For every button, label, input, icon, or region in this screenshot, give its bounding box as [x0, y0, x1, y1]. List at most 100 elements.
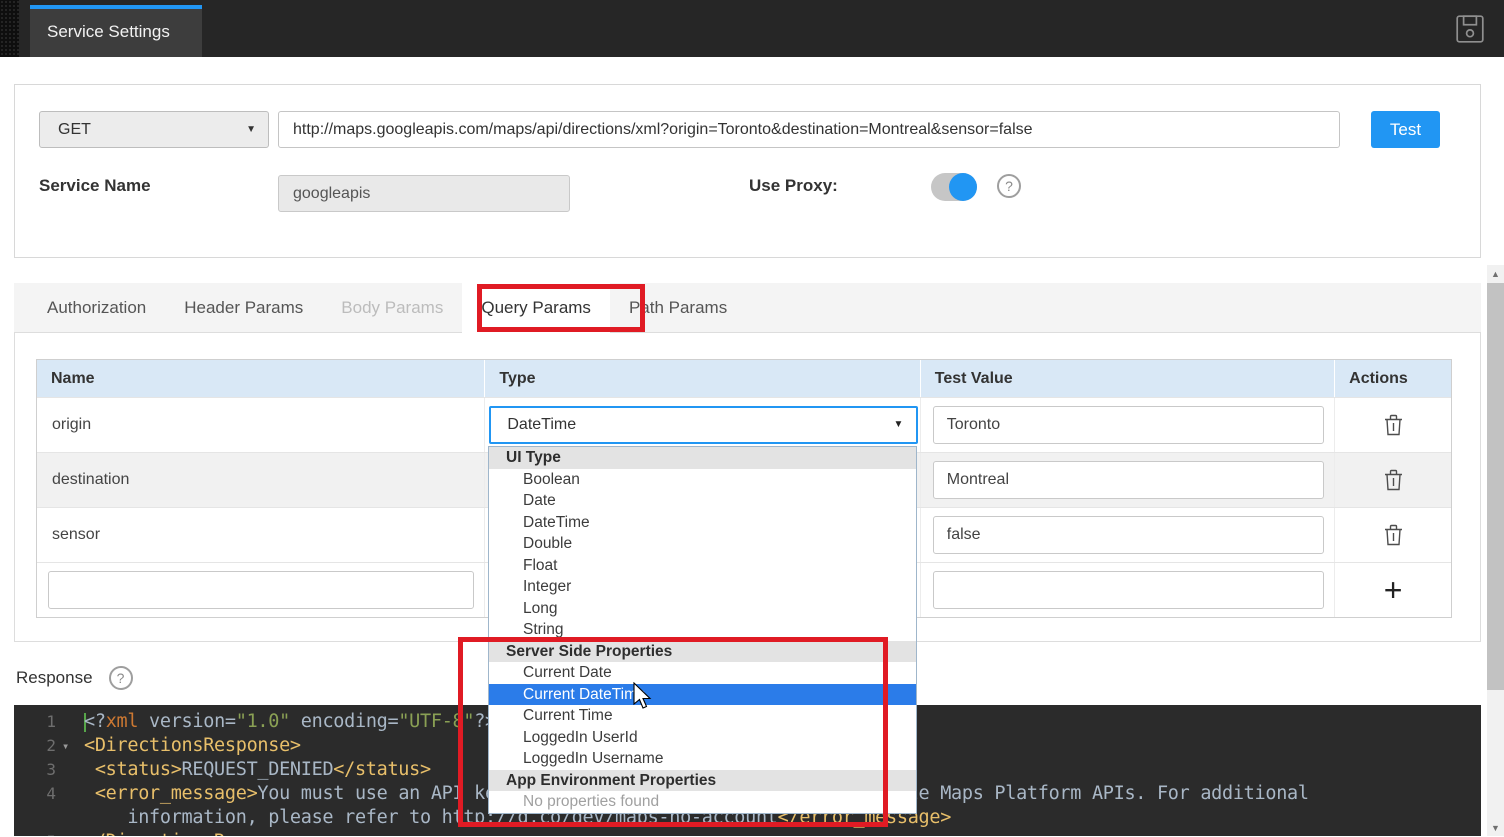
- top-bar: Service Settings: [0, 0, 1504, 57]
- test-value-input[interactable]: [933, 571, 1324, 609]
- code-segment: </DirectionsResponse>: [84, 831, 312, 836]
- option-boolean[interactable]: Boolean: [489, 469, 916, 491]
- code-text: <status>REQUEST_DENIED</status>: [84, 758, 431, 782]
- request-panel: GET ▼ Test Service Name Use Proxy: ?: [14, 84, 1481, 258]
- table-row: origin DateTime ▼: [37, 397, 1451, 452]
- proxy-help-icon[interactable]: ?: [997, 174, 1021, 198]
- test-value-cell: [921, 398, 1335, 452]
- option-group-server-side-properties: Server Side Properties: [489, 641, 916, 663]
- test-value-input[interactable]: [933, 406, 1324, 444]
- actions-cell: [1335, 508, 1451, 562]
- response-header: Response ?: [16, 666, 133, 690]
- column-header-test-value: Test Value: [921, 360, 1335, 397]
- option-current-datetime[interactable]: Current DateTime: [489, 684, 916, 706]
- line-number: [14, 806, 56, 830]
- code-segment: <status>: [84, 759, 182, 780]
- http-method-select[interactable]: GET ▼: [39, 111, 269, 148]
- caret-down-icon: ▼: [893, 408, 903, 442]
- tab-service-settings[interactable]: Service Settings: [30, 5, 202, 57]
- use-proxy-label: Use Proxy:: [749, 176, 838, 196]
- new-param-name-input[interactable]: [48, 571, 474, 609]
- option-current-date[interactable]: Current Date: [489, 662, 916, 684]
- line-number: 3: [14, 758, 56, 782]
- code-segment: version=: [138, 711, 236, 732]
- option-integer[interactable]: Integer: [489, 576, 916, 598]
- option-long[interactable]: Long: [489, 598, 916, 620]
- option-float[interactable]: Float: [489, 555, 916, 577]
- line-number: 2: [14, 734, 56, 758]
- test-value-cell: [921, 563, 1335, 617]
- fold-gutter: [56, 830, 84, 836]
- tab-query-params[interactable]: Query Params: [462, 283, 610, 333]
- scroll-up-icon[interactable]: ▲: [1487, 265, 1504, 283]
- name-cell: [37, 563, 485, 617]
- toggle-knob-icon: [949, 173, 977, 201]
- scrollbar-thumb[interactable]: [1487, 283, 1504, 690]
- option-loggedin-userid[interactable]: LoggedIn UserId: [489, 727, 916, 749]
- tab-path-params[interactable]: Path Params: [610, 283, 746, 332]
- actions-cell: [1335, 398, 1451, 452]
- name-cell: origin: [37, 398, 485, 452]
- option-group-ui-type: UI Type: [489, 447, 916, 469]
- delete-param-button[interactable]: [1384, 524, 1403, 546]
- type-select[interactable]: DateTime ▼: [489, 406, 918, 444]
- code-segment: xml: [106, 711, 139, 732]
- use-proxy-toggle[interactable]: [931, 173, 977, 201]
- code-segment: REQUEST_DENIED: [182, 759, 334, 780]
- delete-param-button[interactable]: [1384, 414, 1403, 436]
- actions-cell: +: [1335, 563, 1451, 617]
- option-date[interactable]: Date: [489, 490, 916, 512]
- code-segment: "UTF-8": [398, 711, 474, 732]
- table-header-row: NameTypeTest ValueActions: [37, 360, 1451, 397]
- page-scrollbar[interactable]: ▲ ▼: [1487, 265, 1504, 836]
- trash-icon: [1384, 414, 1403, 436]
- fold-icon: ▾: [56, 734, 84, 758]
- question-mark-glyph: ?: [117, 670, 125, 686]
- delete-param-button[interactable]: [1384, 469, 1403, 491]
- name-cell: destination: [37, 453, 485, 507]
- test-value-input[interactable]: [933, 516, 1324, 554]
- params-tabs: AuthorizationHeader ParamsBody ParamsQue…: [14, 283, 1481, 332]
- fold-gutter: [56, 806, 84, 830]
- test-value-cell: [921, 453, 1335, 507]
- service-name-input[interactable]: [278, 175, 570, 212]
- code-segment: <?: [84, 711, 106, 732]
- response-help-icon[interactable]: ?: [109, 666, 133, 690]
- option-loggedin-username[interactable]: LoggedIn Username: [489, 748, 916, 770]
- trash-icon: [1384, 469, 1403, 491]
- caret-down-icon: ▼: [246, 112, 256, 147]
- service-name-label: Service Name: [39, 176, 151, 196]
- option-string[interactable]: String: [489, 619, 916, 641]
- code-segment: <DirectionsResponse>: [84, 735, 301, 756]
- tab-header-params[interactable]: Header Params: [165, 283, 322, 332]
- tab-authorization[interactable]: Authorization: [28, 283, 165, 332]
- option-current-time[interactable]: Current Time: [489, 705, 916, 727]
- save-icon[interactable]: [1454, 13, 1486, 45]
- left-edge-strip: [0, 0, 19, 57]
- scroll-down-icon[interactable]: ▼: [1487, 819, 1504, 836]
- column-header-actions: Actions: [1335, 360, 1451, 397]
- code-segment: "1.0": [236, 711, 290, 732]
- test-value-input[interactable]: [933, 461, 1324, 499]
- option-double[interactable]: Double: [489, 533, 916, 555]
- code-text: <?xml version="1.0" encoding="UTF-8"?>: [84, 710, 496, 734]
- line-number: 1: [14, 710, 56, 734]
- add-param-button[interactable]: +: [1384, 575, 1403, 605]
- test-value-cell: [921, 508, 1335, 562]
- type-select-value: DateTime: [507, 416, 576, 433]
- tab-body-params[interactable]: Body Params: [322, 283, 462, 332]
- trash-icon: [1384, 524, 1403, 546]
- param-name: origin: [37, 416, 91, 434]
- test-button[interactable]: Test: [1371, 111, 1440, 148]
- line-number: 5: [14, 830, 56, 836]
- option-datetime[interactable]: DateTime: [489, 512, 916, 534]
- option-group-app-environment-properties: App Environment Properties: [489, 770, 916, 792]
- column-header-type: Type: [485, 360, 920, 397]
- code-text: </DirectionsResponse>: [84, 830, 312, 836]
- fold-gutter: [56, 782, 84, 806]
- test-button-label: Test: [1390, 120, 1421, 139]
- actions-cell: [1335, 453, 1451, 507]
- fold-gutter: [56, 710, 84, 734]
- service-url-input[interactable]: [278, 111, 1340, 148]
- column-header-name: Name: [37, 360, 485, 397]
